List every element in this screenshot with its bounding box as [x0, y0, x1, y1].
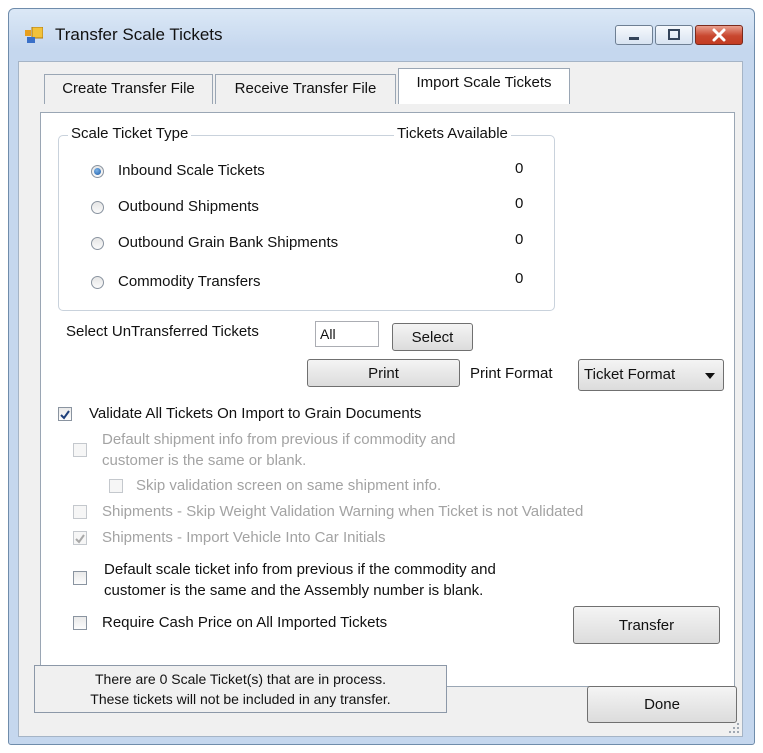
title-bar[interactable]: Transfer Scale Tickets — [9, 9, 754, 59]
status-line-1: There are 0 Scale Ticket(s) that are in … — [94, 671, 386, 687]
default-shipment-checkbox[interactable] — [73, 443, 87, 457]
radio-commodity-label[interactable]: Commodity Transfers — [118, 273, 261, 290]
chevron-down-icon — [705, 373, 715, 379]
window-title: Transfer Scale Tickets — [55, 25, 223, 44]
tickets-available-heading: Tickets Available — [394, 125, 511, 142]
close-icon — [712, 28, 726, 42]
radio-inbound-scale-tickets[interactable] — [91, 165, 104, 178]
window-client-area: Create Transfer File Receive Transfer Fi… — [18, 61, 743, 737]
radio-outbound-grain-bank[interactable] — [91, 237, 104, 250]
import-scale-tickets-panel: Scale Ticket Type Tickets Available Inbo… — [40, 112, 735, 687]
checkmark-icon — [60, 410, 70, 420]
print-format-dropdown[interactable]: Ticket Format — [578, 359, 724, 391]
status-line-2: These tickets will not be included in an… — [90, 691, 391, 707]
default-scale-label-2: customer is the same and the Assembly nu… — [104, 582, 484, 599]
default-scale-ticket-checkbox[interactable] — [73, 571, 87, 585]
validate-all-label[interactable]: Validate All Tickets On Import to Grain … — [89, 405, 421, 422]
scale-ticket-type-heading: Scale Ticket Type — [68, 125, 192, 142]
default-shipment-label-2: customer is the same or blank. — [102, 452, 307, 469]
maximize-icon — [668, 29, 680, 40]
require-cash-price-checkbox[interactable] — [73, 616, 87, 630]
select-untransferred-label: Select UnTransferred Tickets — [66, 323, 259, 340]
in-process-status-box: There are 0 Scale Ticket(s) that are in … — [34, 665, 447, 713]
select-button[interactable]: Select — [392, 323, 473, 351]
validate-all-checkbox[interactable] — [58, 407, 72, 421]
transfer-button[interactable]: Transfer — [573, 606, 720, 644]
import-vehicle-label: Shipments - Import Vehicle Into Car Init… — [102, 529, 386, 546]
skip-validation-label: Skip validation screen on same shipment … — [136, 477, 442, 494]
default-scale-label-1: Default scale ticket info from previous … — [104, 561, 496, 578]
inbound-count: 0 — [515, 160, 524, 177]
radio-outbound-shipments[interactable] — [91, 201, 104, 214]
commodity-count: 0 — [515, 270, 524, 287]
maximize-button[interactable] — [655, 25, 693, 45]
skip-weight-label: Shipments - Skip Weight Validation Warni… — [102, 503, 584, 520]
import-vehicle-checkbox[interactable] — [73, 531, 87, 545]
radio-commodity-transfers[interactable] — [91, 276, 104, 289]
grain-bank-count: 0 — [515, 231, 524, 248]
default-shipment-label-1: Default shipment info from previous if c… — [102, 431, 456, 448]
done-button[interactable]: Done — [587, 686, 737, 723]
skip-validation-checkbox[interactable] — [109, 479, 123, 493]
radio-grain-bank-label[interactable]: Outbound Grain Bank Shipments — [118, 234, 338, 251]
skip-weight-checkbox[interactable] — [73, 505, 87, 519]
outbound-count: 0 — [515, 195, 524, 212]
print-format-value: Ticket Format — [584, 366, 676, 383]
tab-receive-transfer-file[interactable]: Receive Transfer File — [215, 74, 396, 104]
minimize-icon — [629, 37, 639, 40]
untransferred-range-field[interactable]: All — [315, 321, 379, 347]
tab-import-scale-tickets[interactable]: Import Scale Tickets — [398, 68, 570, 104]
require-cash-price-label[interactable]: Require Cash Price on All Imported Ticke… — [102, 614, 387, 631]
radio-inbound-label[interactable]: Inbound Scale Tickets — [118, 162, 265, 179]
close-button[interactable] — [695, 25, 743, 45]
minimize-button[interactable] — [615, 25, 653, 45]
checkmark-icon — [75, 534, 85, 544]
radio-outbound-label[interactable]: Outbound Shipments — [118, 198, 259, 215]
print-button[interactable]: Print — [307, 359, 460, 387]
resize-grip-icon[interactable] — [728, 722, 740, 734]
tab-create-transfer-file[interactable]: Create Transfer File — [44, 74, 213, 104]
app-icon — [25, 27, 43, 43]
print-format-label: Print Format — [470, 365, 553, 382]
